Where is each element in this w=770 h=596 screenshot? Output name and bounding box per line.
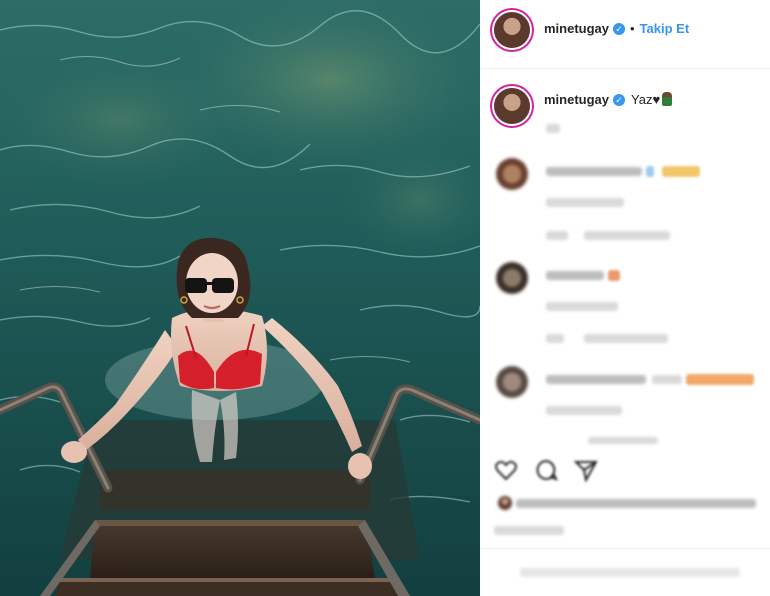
- caption-text: Yaz♥: [631, 92, 661, 107]
- post-header: minetugay ✓ • Takip Et: [480, 0, 770, 69]
- share-icon[interactable]: [574, 458, 598, 482]
- add-comment-input[interactable]: [520, 568, 740, 577]
- caption-username[interactable]: minetugay: [544, 92, 609, 107]
- comment-text: [652, 375, 682, 384]
- author-username[interactable]: minetugay: [544, 21, 609, 36]
- comment-time: [546, 334, 564, 343]
- comment-item: [480, 158, 770, 248]
- post-image: [0, 0, 480, 596]
- comment-item: [480, 262, 770, 352]
- caption-avatar[interactable]: [494, 88, 530, 124]
- caption-timestamp: [546, 124, 560, 133]
- post-date: [494, 526, 564, 535]
- comment-reply-link[interactable]: [584, 231, 670, 240]
- view-replies-text: [588, 437, 658, 444]
- follow-button[interactable]: Takip Et: [640, 21, 690, 36]
- comment-username[interactable]: [546, 167, 642, 176]
- comment-username[interactable]: [546, 271, 604, 280]
- comment-reply-link[interactable]: [584, 334, 668, 343]
- action-bar: [494, 458, 756, 484]
- header-line: minetugay ✓ • Takip Et: [544, 21, 689, 36]
- author-avatar[interactable]: [494, 12, 530, 48]
- comment-text: [546, 302, 618, 311]
- comment-emoji: [662, 166, 700, 177]
- footer-divider: [480, 548, 770, 549]
- post-side-panel: minetugay ✓ • Takip Et minetugay ✓ Yaz♥: [480, 0, 770, 596]
- comment-avatar[interactable]: [496, 366, 528, 398]
- comment-text: [546, 198, 624, 207]
- comment-emoji: [646, 166, 654, 177]
- comment-username[interactable]: [546, 375, 646, 384]
- swimmer-emoji-icon: [662, 92, 673, 106]
- comment-avatar[interactable]: [496, 158, 528, 190]
- liker-avatar[interactable]: [498, 496, 512, 510]
- likes-summary[interactable]: [516, 499, 756, 508]
- verified-badge-icon: ✓: [613, 23, 626, 35]
- heart-icon[interactable]: [494, 458, 518, 482]
- comment-emoji: [686, 374, 754, 385]
- comment-meta: [546, 406, 622, 415]
- separator-dot: •: [630, 21, 635, 36]
- post-photo[interactable]: [0, 0, 480, 596]
- verified-badge-icon: ✓: [613, 94, 626, 106]
- comment-avatar[interactable]: [496, 262, 528, 294]
- comment-icon[interactable]: [534, 458, 558, 482]
- comment-time: [546, 231, 568, 240]
- caption-line: minetugay ✓ Yaz♥: [544, 92, 673, 107]
- comment-emoji: [608, 270, 620, 281]
